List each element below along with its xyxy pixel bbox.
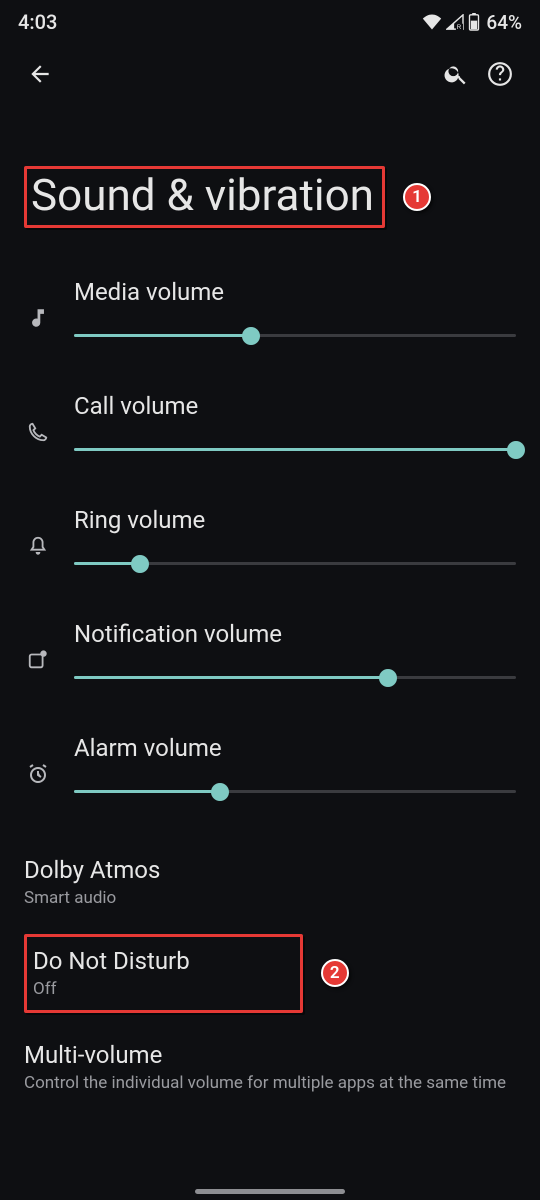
annotation-box-title: Sound & vibration [24, 166, 385, 228]
pref-list: Dolby Atmos Smart audio Do Not Disturb O… [0, 842, 540, 1108]
slider-call: Call volume [24, 392, 516, 462]
annotation-badge-1: 1 [403, 183, 431, 211]
slider-track-call[interactable] [74, 442, 516, 458]
slider-track-media[interactable] [74, 328, 516, 344]
pref-title: Do Not Disturb [33, 947, 190, 975]
annotation-badge-2: 2 [321, 959, 349, 987]
search-icon [443, 61, 469, 91]
status-right: R 64% [422, 11, 522, 34]
battery-text: 64% [486, 11, 522, 34]
bell-icon [24, 516, 52, 576]
nav-bar-indicator[interactable] [195, 1189, 345, 1194]
app-bar [0, 38, 540, 106]
pref-subtitle: Off [33, 979, 190, 1000]
alarm-icon [24, 744, 52, 804]
pref-title: Dolby Atmos [24, 856, 516, 884]
pref-do-not-disturb[interactable]: Do Not Disturb Off [33, 945, 190, 1002]
back-button[interactable] [18, 54, 62, 98]
status-time: 4:03 [18, 10, 57, 34]
slider-track-ring[interactable] [74, 556, 516, 572]
wifi-icon [422, 14, 442, 30]
volume-sliders: Media volume Call volume Ring volume [0, 258, 540, 842]
pref-multi-volume[interactable]: Multi-volume Control the individual volu… [24, 1027, 516, 1108]
pref-subtitle: Control the individual volume for multip… [24, 1073, 516, 1094]
annotation-box-dnd: Do Not Disturb Off [24, 934, 303, 1013]
music-note-icon [24, 288, 52, 348]
slider-label: Alarm volume [74, 734, 516, 762]
status-bar: 4:03 R 64% [0, 0, 540, 38]
battery-icon [468, 13, 480, 31]
svg-text:R: R [457, 24, 462, 30]
slider-alarm: Alarm volume [24, 734, 516, 804]
arrow-back-icon [27, 61, 53, 91]
slider-track-alarm[interactable] [74, 784, 516, 800]
slider-ring: Ring volume [24, 506, 516, 576]
page-title-row: Sound & vibration 1 [0, 106, 540, 258]
slider-label: Call volume [74, 392, 516, 420]
pref-dolby-atmos[interactable]: Dolby Atmos Smart audio [24, 842, 516, 923]
slider-label: Media volume [74, 278, 516, 306]
search-button[interactable] [434, 54, 478, 98]
slider-label: Ring volume [74, 506, 516, 534]
pref-subtitle: Smart audio [24, 888, 516, 909]
slider-label: Notification volume [74, 620, 516, 648]
page-title: Sound & vibration [31, 171, 374, 219]
help-button[interactable] [478, 54, 522, 98]
notification-icon [24, 630, 52, 690]
pref-title: Multi-volume [24, 1041, 516, 1069]
slider-track-notification[interactable] [74, 670, 516, 686]
slider-media: Media volume [24, 278, 516, 348]
help-icon [487, 61, 513, 91]
phone-icon [24, 402, 52, 462]
dnd-row: Do Not Disturb Off 2 [24, 934, 516, 1013]
signal-icon: R [446, 14, 464, 30]
slider-notification: Notification volume [24, 620, 516, 690]
